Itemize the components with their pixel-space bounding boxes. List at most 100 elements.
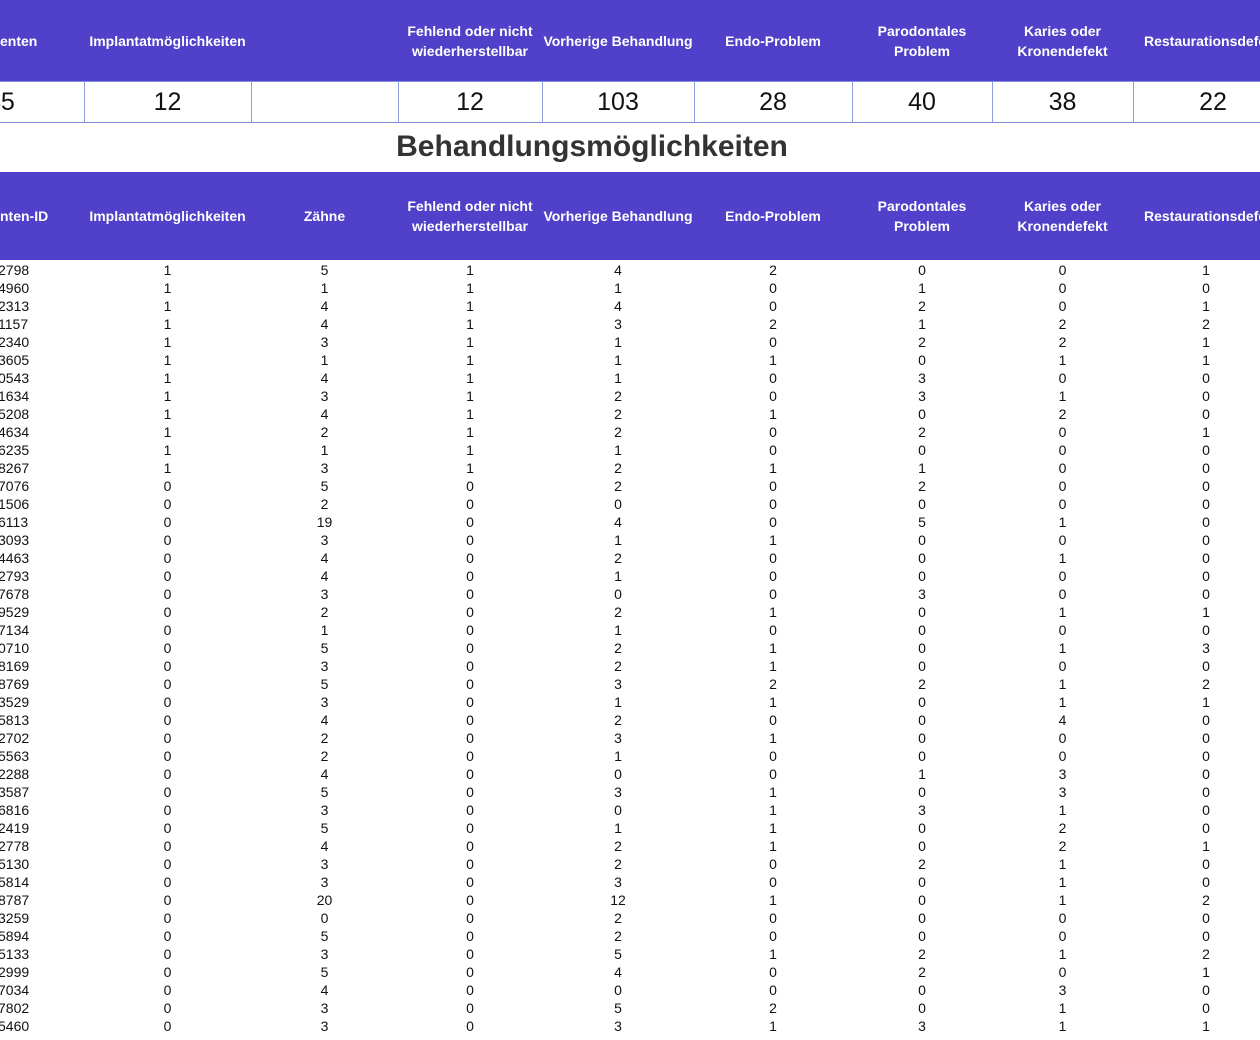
table-cell-vorherige-behandlung: 2	[614, 388, 622, 404]
table-cell-implantatmöglichkeiten: 0	[163, 982, 172, 998]
table-cell-vorherige-behandlung: 2	[614, 460, 622, 476]
table-cell-fehlend-oder-nicht-wiederherstellbar: 0	[466, 640, 474, 656]
table-cell-karies-oder-kronendefekt: 0	[1058, 658, 1067, 674]
summary-column-divider	[992, 82, 993, 122]
table-cell-endo-problem: 0	[769, 334, 777, 350]
table-cell-endo-problem: 0	[769, 856, 777, 872]
table-cell-nten-id: 2793	[0, 568, 30, 584]
table-cell-parodontales-problem: 0	[918, 712, 926, 728]
table-cell-vorherige-behandlung: 0	[614, 496, 622, 512]
table-cell-implantatmöglichkeiten: 0	[163, 1000, 172, 1016]
summary-column-divider	[694, 82, 695, 122]
table-cell-fehlend-oder-nicht-wiederherstellbar: 1	[466, 280, 474, 296]
table-cell-karies-oder-kronendefekt: 1	[1058, 388, 1067, 404]
table-cell-restaurationsdefekt: 0	[1202, 280, 1210, 296]
table-cell-restaurationsdefekt: 0	[1202, 928, 1210, 944]
table-cell-nten-id: 2778	[0, 838, 30, 854]
table-row: 4634 1 2 1 2 0 2 0 1	[0, 423, 1260, 441]
table-cell-nten-id: 3529	[0, 694, 30, 710]
table-cell-implantatmöglichkeiten: 0	[163, 946, 172, 962]
table-cell-zähne: 5	[320, 820, 329, 836]
table-row: 5460 0 3 0 3 1 3 1 1	[0, 1017, 1260, 1035]
table-cell-restaurationsdefekt: 0	[1202, 406, 1210, 422]
table-row: 2778 0 4 0 2 1 0 2 1	[0, 837, 1260, 855]
table-cell-fehlend-oder-nicht-wiederherstellbar: 1	[466, 298, 474, 314]
table-cell-parodontales-problem: 1	[918, 280, 926, 296]
table-cell-nten-id: 4960	[0, 280, 30, 296]
table-cell-restaurationsdefekt: 2	[1202, 676, 1210, 692]
summary-value-vorherige-behandlung: 103	[597, 87, 639, 116]
table-cell-nten-id: 9529	[0, 604, 30, 620]
table-cell-vorherige-behandlung: 0	[614, 586, 622, 602]
table-cell-zähne: 0	[320, 910, 329, 926]
table-cell-fehlend-oder-nicht-wiederherstellbar: 0	[466, 964, 474, 980]
table-cell-zähne: 3	[320, 334, 329, 350]
detail-header-vorherige-behandlung: Vorherige Behandlung	[543, 208, 693, 224]
summary-value-enten: 45	[0, 87, 15, 116]
table-cell-fehlend-oder-nicht-wiederherstellbar: 0	[466, 1000, 474, 1016]
table-cell-restaurationsdefekt: 0	[1202, 532, 1210, 548]
summary-column-divider	[852, 82, 853, 122]
table-cell-karies-oder-kronendefekt: 0	[1058, 442, 1067, 458]
table-cell-zähne: 2	[320, 496, 329, 512]
table-cell-zähne: 3	[320, 586, 329, 602]
table-cell-fehlend-oder-nicht-wiederherstellbar: 0	[466, 874, 474, 890]
table-cell-fehlend-oder-nicht-wiederherstellbar: 1	[466, 352, 474, 368]
table-row: 2288 0 4 0 0 0 1 3 0	[0, 765, 1260, 783]
table-cell-implantatmöglichkeiten: 0	[163, 802, 172, 818]
table-cell-nten-id: 8267	[0, 460, 30, 476]
table-cell-implantatmöglichkeiten: 0	[163, 838, 172, 854]
table-cell-fehlend-oder-nicht-wiederherstellbar: 0	[466, 496, 474, 512]
table-cell-nten-id: 2313	[0, 298, 30, 314]
table-row: 5894 0 5 0 2 0 0 0 0	[0, 927, 1260, 945]
table-cell-karies-oder-kronendefekt: 1	[1058, 1018, 1067, 1034]
table-cell-restaurationsdefekt: 1	[1202, 298, 1210, 314]
table-cell-zähne: 1	[320, 622, 329, 638]
table-cell-vorherige-behandlung: 4	[614, 964, 622, 980]
table-cell-implantatmöglichkeiten: 1	[163, 280, 172, 296]
table-cell-restaurationsdefekt: 2	[1202, 892, 1210, 908]
table-row: 2419 0 5 0 1 1 0 2 0	[0, 819, 1260, 837]
table-cell-restaurationsdefekt: 0	[1202, 568, 1210, 584]
table-cell-vorherige-behandlung: 0	[614, 982, 622, 998]
table-cell-nten-id: 4463	[0, 550, 30, 566]
table-cell-implantatmöglichkeiten: 0	[163, 856, 172, 872]
table-row: 5814 0 3 0 3 0 0 1 0	[0, 873, 1260, 891]
table-cell-endo-problem: 0	[769, 766, 777, 782]
table-cell-karies-oder-kronendefekt: 1	[1058, 694, 1067, 710]
table-row: 7678 0 3 0 0 0 3 0 0	[0, 585, 1260, 603]
table-cell-zähne: 3	[320, 460, 329, 476]
table-cell-parodontales-problem: 0	[918, 658, 926, 674]
table-cell-karies-oder-kronendefekt: 1	[1058, 874, 1067, 890]
table-cell-parodontales-problem: 2	[918, 676, 926, 692]
table-cell-karies-oder-kronendefekt: 3	[1058, 982, 1067, 998]
table-cell-restaurationsdefekt: 0	[1202, 982, 1210, 998]
table-cell-implantatmöglichkeiten: 0	[163, 658, 172, 674]
table-cell-parodontales-problem: 1	[918, 316, 926, 332]
table-cell-zähne: 4	[320, 370, 329, 386]
table-cell-vorherige-behandlung: 1	[614, 352, 622, 368]
table-cell-zähne: 2	[320, 604, 329, 620]
table-cell-zähne: 2	[320, 748, 329, 764]
table-cell-zähne: 3	[320, 856, 329, 872]
table-cell-zähne: 4	[320, 298, 329, 314]
summary-column-divider	[251, 82, 252, 122]
table-cell-nten-id: 3093	[0, 532, 30, 548]
detail-header-nten-id: nten-ID	[0, 208, 49, 224]
table-cell-fehlend-oder-nicht-wiederherstellbar: 1	[466, 316, 474, 332]
table-cell-restaurationsdefekt: 0	[1202, 658, 1210, 674]
table-row: 6816 0 3 0 0 1 3 1 0	[0, 801, 1260, 819]
table-cell-zähne: 3	[320, 802, 329, 818]
table-cell-implantatmöglichkeiten: 0	[163, 586, 172, 602]
table-row: 8769 0 5 0 3 2 2 1 2	[0, 675, 1260, 693]
detail-header-endo-problem: Endo-Problem	[725, 208, 821, 224]
table-cell-restaurationsdefekt: 0	[1202, 802, 1210, 818]
summary-header-blank	[251, 0, 398, 81]
table-cell-parodontales-problem: 2	[918, 856, 926, 872]
summary-value-karies-oder-kronendefekt: 38	[1048, 87, 1077, 116]
table-cell-endo-problem: 1	[769, 838, 777, 854]
table-cell-endo-problem: 1	[769, 946, 777, 962]
table-cell-vorherige-behandlung: 0	[614, 802, 622, 818]
detail-header-zähne: Zähne	[303, 208, 346, 224]
table-row: 3529 0 3 0 1 1 0 1 1	[0, 693, 1260, 711]
